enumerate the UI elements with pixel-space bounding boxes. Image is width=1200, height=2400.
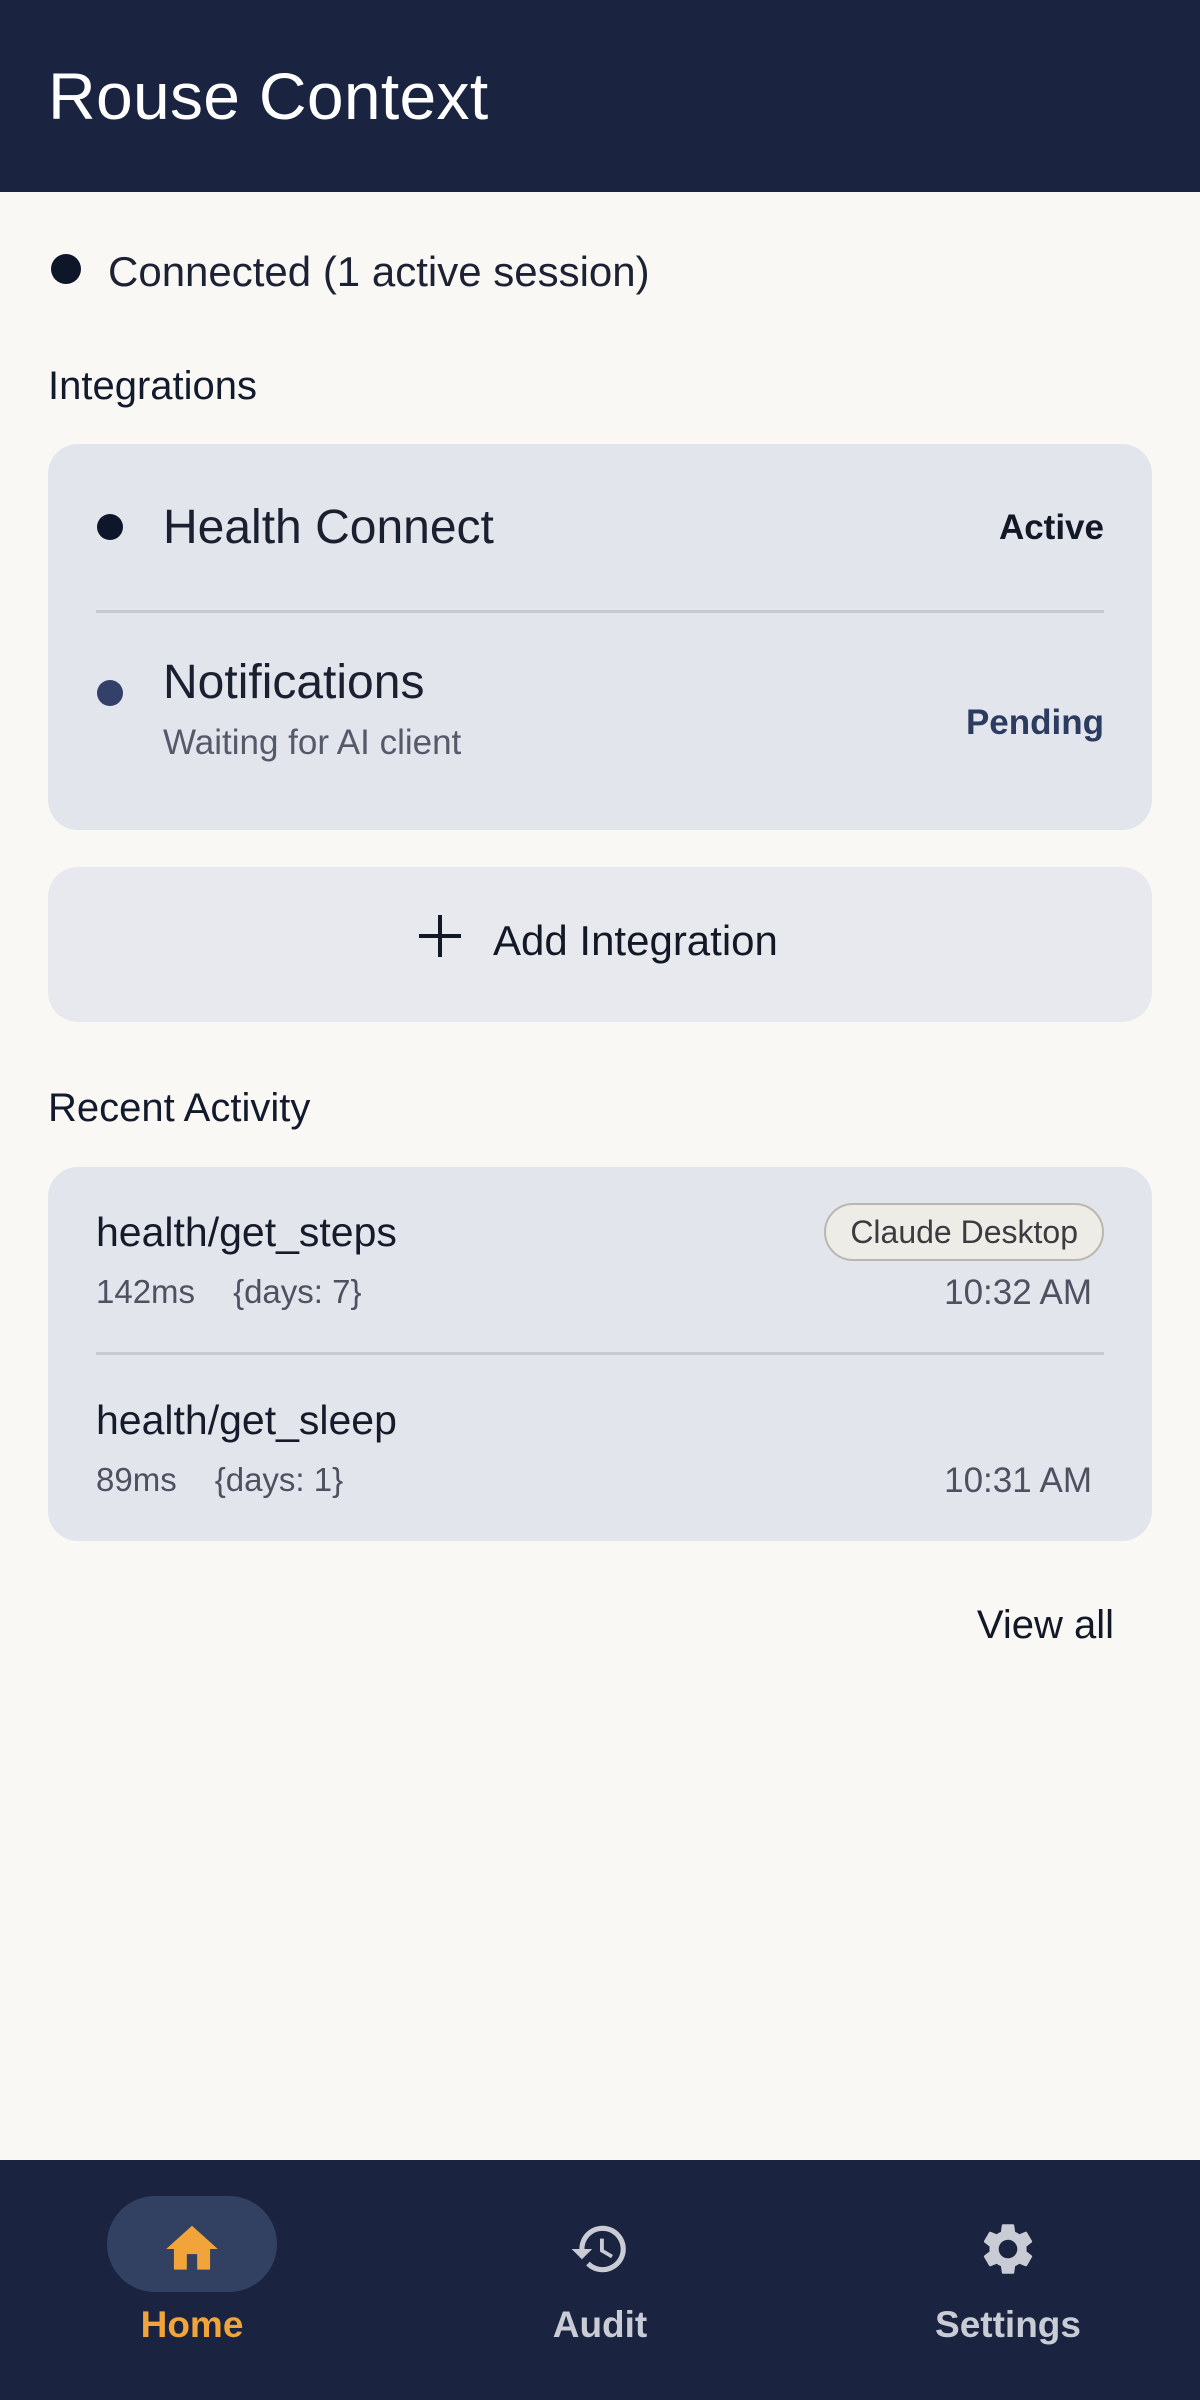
add-integration-button[interactable]: Add Integration (48, 867, 1152, 1022)
connection-status-text: Connected (1 active session) (108, 248, 650, 295)
activity-meta: 142ms {days: 7} (96, 1273, 362, 1311)
activity-duration: 89ms (96, 1461, 177, 1498)
activity-tool-name: health/get_steps (96, 1209, 397, 1255)
integration-status-dot (97, 514, 123, 540)
integration-subtitle: Waiting for AI client (163, 723, 462, 762)
home-icon (166, 2225, 218, 2270)
integrations-heading: Integrations (48, 364, 258, 408)
activity-args: {days: 7} (233, 1273, 362, 1310)
nav-item-settings[interactable]: Settings (900, 2196, 1160, 2376)
gear-icon (983, 2224, 1033, 2274)
recent-activity-heading: Recent Activity (48, 1086, 311, 1130)
integration-item-health-connect[interactable]: Health Connect Active (48, 444, 1152, 612)
activity-time: 10:31 AM (944, 1461, 1092, 1500)
plus-icon (419, 915, 461, 957)
top-app-bar: Rouse Context (0, 0, 1200, 192)
activity-args: {days: 1} (214, 1461, 344, 1498)
history-icon (571, 2225, 626, 2273)
integration-status-dot (97, 680, 123, 706)
activity-item[interactable]: health/get_steps Claude Desktop 142ms {da… (48, 1167, 1152, 1353)
nav-label-home: Home (140, 2304, 244, 2345)
integration-status: Pending (965, 703, 1104, 742)
activity-time: 10:32 AM (944, 1273, 1092, 1312)
integrations-card: Health Connect Active Notifications Wait… (48, 444, 1152, 830)
nav-item-audit[interactable]: Audit (492, 2196, 752, 2376)
activity-item[interactable]: health/get_sleep 89ms {days: 1} 10:31 AM (48, 1355, 1152, 1541)
app-title: Rouse Context (48, 59, 489, 133)
nav-label-audit: Audit (552, 2304, 648, 2345)
integration-status: Active (998, 508, 1104, 547)
recent-activity-card: health/get_steps Claude Desktop 142ms {da… (48, 1167, 1152, 1541)
activity-meta: 89ms {days: 1} (96, 1461, 343, 1499)
integration-name: Notifications (163, 656, 425, 709)
bottom-navigation: Home Audit Settings (0, 2160, 1200, 2400)
add-integration-label: Add Integration (493, 917, 778, 964)
status-dot (51, 254, 81, 284)
nav-item-home[interactable]: Home (84, 2196, 344, 2376)
integration-name: Health Connect (163, 501, 494, 554)
activity-tool-name: health/get_sleep (96, 1397, 397, 1443)
integration-item-notifications[interactable]: Notifications Waiting for AI client Pend… (48, 613, 1152, 830)
activity-duration: 142ms (96, 1273, 196, 1310)
client-badge: Claude Desktop (824, 1203, 1104, 1261)
nav-label-settings: Settings (935, 2304, 1081, 2345)
view-all-button[interactable]: View all (977, 1603, 1114, 1648)
app-root: Rouse Context Connected (1 active sessio… (0, 0, 1200, 2400)
